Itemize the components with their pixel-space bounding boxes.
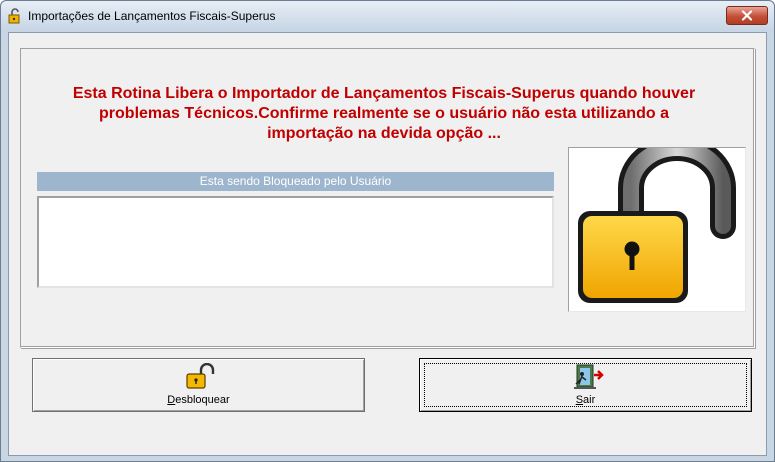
close-button[interactable] xyxy=(726,6,768,25)
warning-message: Esta Rotina Libera o Importador de Lança… xyxy=(34,84,734,144)
lock-image-box xyxy=(568,135,746,312)
open-padlock-icon xyxy=(578,135,736,303)
warning-line-1: Esta Rotina Libera o Importador de Lança… xyxy=(72,85,696,102)
focus-rectangle xyxy=(424,363,747,407)
close-icon xyxy=(741,10,753,21)
title-bar[interactable]: Importações de Lançamentos Fiscais-Super… xyxy=(1,1,774,31)
blocked-user-list[interactable] xyxy=(37,196,554,288)
desbloquear-label: Desbloquear xyxy=(167,394,230,406)
padlock-icon xyxy=(8,8,20,24)
client-area: Esta Rotina Libera o Importador de Lança… xyxy=(8,32,767,456)
warning-line-2: problemas Técnicos.Confirme realmente se… xyxy=(99,105,669,122)
sair-button[interactable]: Sair xyxy=(419,358,752,412)
app-window: Importações de Lançamentos Fiscais-Super… xyxy=(0,0,775,462)
open-padlock-icon xyxy=(185,363,214,389)
window-title: Importações de Lançamentos Fiscais-Super… xyxy=(28,9,276,23)
blocked-user-header: Esta sendo Bloqueado pelo Usuário xyxy=(37,172,554,191)
desbloquear-button[interactable]: Desbloquear xyxy=(32,358,365,412)
warning-line-3: importação na devida opção ... xyxy=(267,125,501,142)
